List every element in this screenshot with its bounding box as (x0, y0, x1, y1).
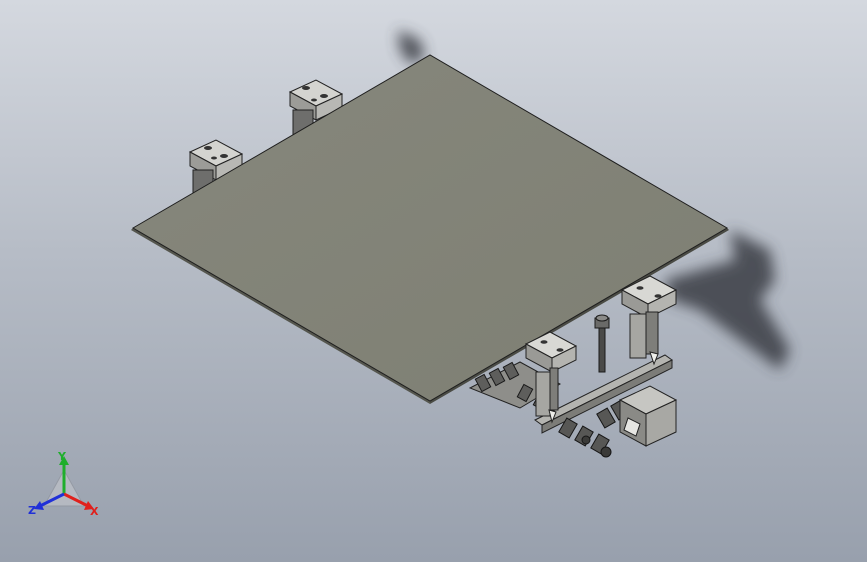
front-cylinder-right[interactable] (620, 275, 678, 366)
motor-block[interactable] (618, 385, 678, 447)
view-orientation-triad[interactable]: Y Z X (22, 446, 106, 526)
assembly-scene[interactable] (0, 0, 867, 562)
sensor-post[interactable] (594, 314, 610, 373)
model-viewport[interactable]: Y Z X (0, 0, 867, 562)
y-axis-label: Y (58, 450, 66, 463)
z-axis-label: Z (28, 504, 36, 517)
x-axis-label: X (90, 505, 99, 518)
